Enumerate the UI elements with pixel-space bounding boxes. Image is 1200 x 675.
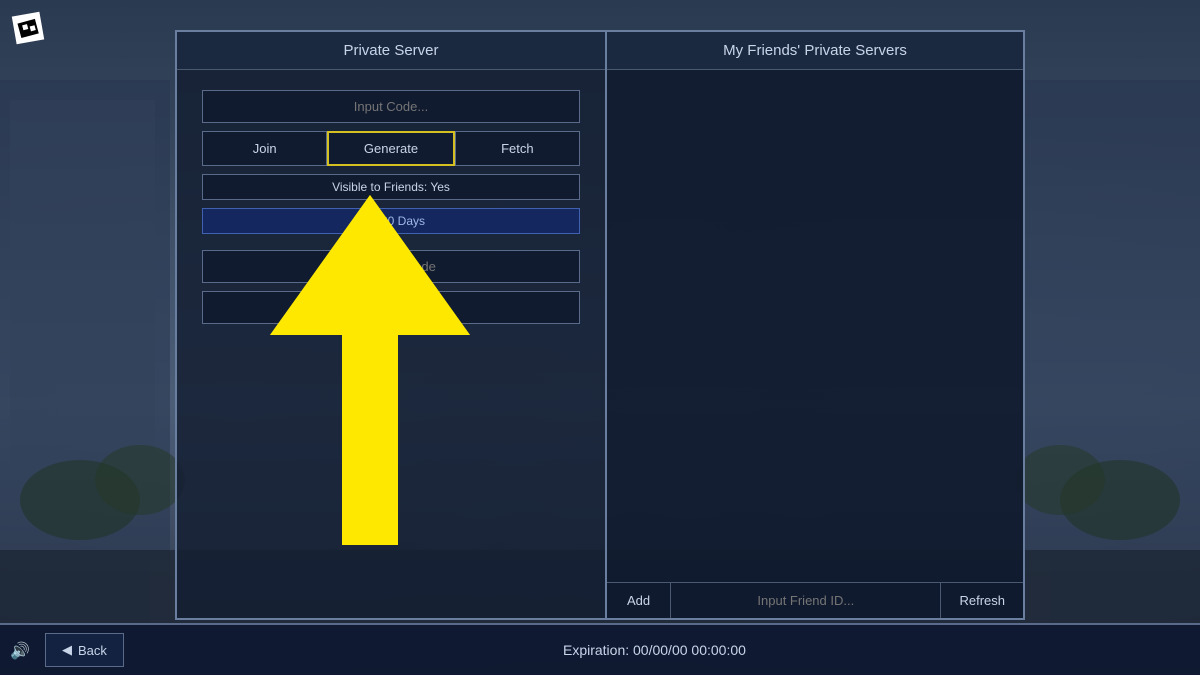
input-key-code-field[interactable] xyxy=(202,250,580,283)
main-ui-container: Private Server Join Generate Fetch Visib… xyxy=(175,30,1025,620)
back-label: Back xyxy=(78,643,107,658)
logo-icon xyxy=(12,12,44,44)
bottom-bar: 🔊 ◀ Back Expiration: 00/00/00 00:00:00 xyxy=(0,623,1200,675)
friends-servers-panel: My Friends' Private Servers Add Refresh xyxy=(607,32,1023,618)
join-button[interactable]: Join xyxy=(202,131,327,166)
buy-days-button[interactable]: Buy 30 Days xyxy=(202,208,580,234)
generate-button[interactable]: Generate xyxy=(327,131,454,166)
back-button[interactable]: ◀ Back xyxy=(45,633,124,667)
private-server-title: Private Server xyxy=(177,32,605,70)
friend-id-input[interactable] xyxy=(671,583,940,618)
volume-icon: 🔊 xyxy=(10,641,30,661)
friends-list-area xyxy=(607,70,1023,582)
empty-field[interactable] xyxy=(202,291,580,324)
fetch-button[interactable]: Fetch xyxy=(455,131,580,166)
private-server-content: Join Generate Fetch Visible to Friends: … xyxy=(177,70,605,344)
refresh-button[interactable]: Refresh xyxy=(940,583,1023,618)
friends-bottom-bar: Add Refresh xyxy=(607,582,1023,618)
back-arrow-icon: ◀ xyxy=(62,642,72,658)
action-button-row: Join Generate Fetch xyxy=(202,131,580,166)
roblox-logo xyxy=(14,14,46,46)
expiration-text: Expiration: 00/00/00 00:00:00 xyxy=(124,642,1185,658)
visible-friends-label: Visible to Friends: Yes xyxy=(202,174,580,200)
add-friend-button[interactable]: Add xyxy=(607,583,671,618)
private-server-panel: Private Server Join Generate Fetch Visib… xyxy=(177,32,607,618)
friends-servers-title: My Friends' Private Servers xyxy=(607,32,1023,70)
input-code-field[interactable] xyxy=(202,90,580,123)
